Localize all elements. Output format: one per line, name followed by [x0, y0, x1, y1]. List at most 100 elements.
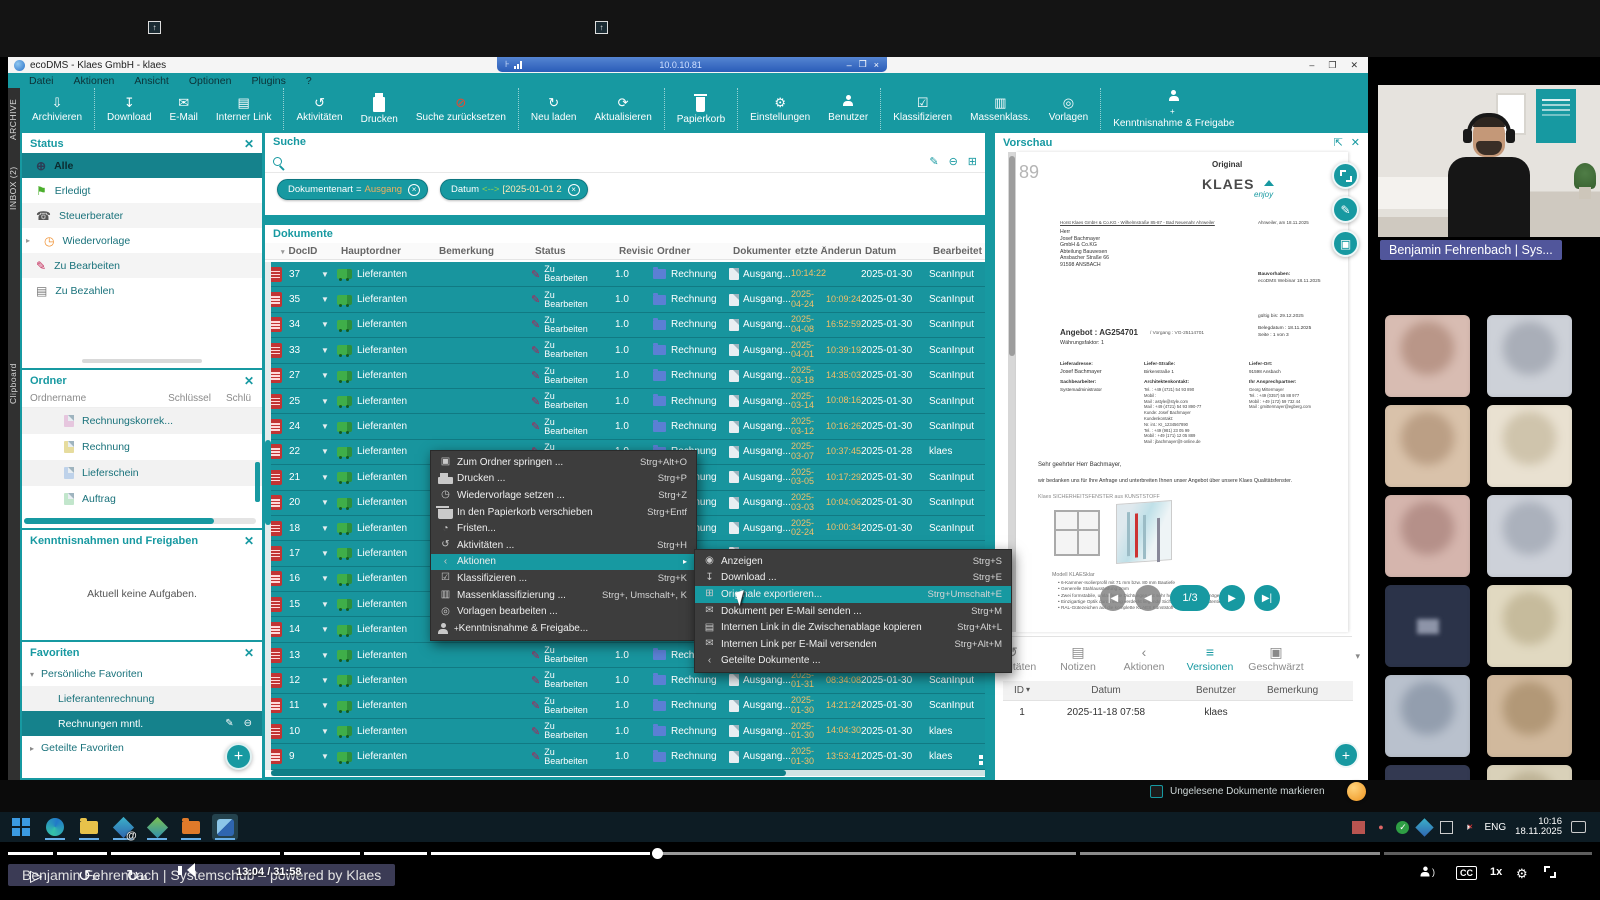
context-menu-klassifizieren[interactable]: ☑Klassifizieren ...Strg+K — [431, 570, 696, 587]
close-icon[interactable]: ✕ — [244, 137, 254, 151]
doc-col-bearbeitet[interactable]: Bearbeitet — [929, 246, 985, 257]
taskbar-clock[interactable]: 10:16 18.11.2025 — [1515, 817, 1562, 838]
table-row-doc-11[interactable]: 11▼Lieferanten✎ZuBearbeiten1.0RechnungAu… — [265, 694, 985, 719]
row-expand-icon[interactable]: ▼ — [313, 371, 337, 380]
table-row-doc-9[interactable]: 9▼Lieferanten✎ZuBearbeiten1.0RechnungAus… — [265, 744, 985, 769]
context-menu-massenklassifizierung[interactable]: ▥Massenklassifizierung ...Strg+, Umschal… — [431, 587, 696, 604]
tray-check-icon[interactable]: ✓ — [1396, 821, 1409, 834]
status-item-wiedervorlage[interactable]: ▸◷Wiedervorlage — [22, 228, 262, 253]
progress-playhead[interactable] — [652, 848, 663, 859]
preview-popout-button[interactable]: ▣ — [1332, 230, 1359, 257]
toolbar-suche-zurücksetzen[interactable]: ⊘Suche zurücksetzen — [407, 88, 515, 130]
settings-button[interactable]: ⚙ — [1516, 866, 1528, 882]
search-grid-icon[interactable]: ⊞ — [968, 155, 977, 168]
tab-notizen[interactable]: ▤Notizen — [1047, 645, 1109, 673]
volume-button[interactable] — [178, 866, 191, 875]
table-row-doc-25[interactable]: 25▼Lieferanten✎ZuBearbeiten1.0RechnungAu… — [265, 389, 985, 414]
edit-pen-icon[interactable]: ✎ — [225, 718, 233, 729]
row-expand-icon[interactable]: ▼ — [313, 625, 337, 634]
preview-expand-button[interactable] — [1332, 162, 1359, 189]
chip-remove-icon[interactable]: × — [408, 184, 420, 196]
submenu-anzeigen[interactable]: ◉AnzeigenStrg+S — [695, 553, 1011, 570]
folder-row-lieferschein[interactable]: Lieferschein — [22, 460, 262, 486]
progress-segment[interactable] — [284, 852, 360, 855]
toolbar-aktivitäten[interactable]: ↺Aktivitäten — [287, 88, 351, 130]
folder-row-auftrag[interactable]: Auftrag — [22, 486, 262, 512]
toolbar-interner-link[interactable]: ▤Interner Link — [207, 88, 281, 130]
toolbar-drucken[interactable]: Drucken — [352, 88, 407, 130]
row-expand-icon[interactable]: ▼ — [313, 600, 337, 609]
context-menu-aktionen[interactable]: ‹Aktionen▸ — [431, 554, 696, 571]
progress-segment[interactable] — [8, 852, 53, 855]
status-item-alle[interactable]: ⊕Alle — [22, 153, 262, 178]
notification-center-icon[interactable] — [1571, 821, 1586, 833]
context-menu-in-den-papierkorb-verschieben[interactable]: In den Papierkorb verschiebenStrg+Entf — [431, 504, 696, 521]
context-menu-wiedervorlage-setzen[interactable]: ◷Wiedervorlage setzen ...Strg+Z — [431, 487, 696, 504]
first-page-button[interactable]: |◀ — [1100, 585, 1126, 611]
versions-col-bemerkung[interactable]: Bemerkung — [1261, 685, 1353, 696]
favorite-item-lieferantenrechnung[interactable]: Lieferantenrechnung — [22, 686, 262, 711]
table-row-doc-34[interactable]: 34▼Lieferanten✎ZuBearbeiten1.0RechnungAu… — [265, 313, 985, 338]
menu-plugins[interactable]: Plugins — [242, 75, 294, 87]
rdp-minimize-button[interactable]: – — [847, 60, 852, 70]
folder-col-ordnername[interactable]: Ordnername — [30, 393, 168, 404]
autoplay-voice-button[interactable]: ) — [1420, 866, 1435, 877]
close-icon[interactable]: ✕ — [244, 646, 254, 660]
toolbar-benutzer[interactable]: Benutzer — [819, 88, 877, 130]
doc-col-datum[interactable]: Datum — [861, 246, 929, 257]
toolbar-vorlagen[interactable]: ◎Vorlagen — [1040, 88, 1097, 130]
tab-geschwärzt[interactable]: ▣Geschwärzt — [1245, 645, 1307, 673]
status-item-erledigt[interactable]: ⚑Erledigt — [22, 178, 262, 203]
chevron-down-icon[interactable]: ▾ — [1355, 651, 1360, 662]
row-expand-icon[interactable]: ▼ — [313, 676, 337, 685]
row-expand-icon[interactable]: ▼ — [313, 320, 337, 329]
taskbar-app1-icon[interactable]: @ — [110, 814, 136, 840]
support-badge-icon[interactable] — [1347, 782, 1366, 801]
toolbar-klassifizieren[interactable]: ☑Klassifizieren — [884, 88, 961, 130]
progress-segment[interactable] — [1384, 852, 1592, 855]
row-expand-icon[interactable]: ▼ — [313, 524, 337, 533]
status-item-zu-bearbeiten[interactable]: ✎Zu Bearbeiten — [22, 253, 262, 278]
doc-col-etzte-änderun[interactable]: etzte Änderun — [791, 246, 861, 257]
taskbar-explorer-icon[interactable] — [76, 814, 102, 840]
taskbar-app2-icon[interactable] — [144, 814, 170, 840]
doc-col-dokumentenar[interactable]: Dokumentenar — [729, 246, 791, 257]
status-scrollbar[interactable] — [82, 359, 202, 363]
toolbar-download[interactable]: ↧Download — [98, 88, 160, 130]
status-item-zu-bezahlen[interactable]: ▤Zu Bezahlen — [22, 278, 262, 303]
collapse-search-icon[interactable]: ⊖ — [949, 155, 958, 168]
close-icon[interactable]: ✕ — [1351, 136, 1360, 149]
remove-icon[interactable]: ⊖ — [244, 718, 252, 729]
progress-segment[interactable] — [661, 852, 1076, 855]
tab-aktionen[interactable]: ‹Aktionen — [1113, 645, 1175, 673]
doc-col-bemerkung[interactable]: Bemerkung — [435, 246, 531, 257]
preview-annotate-button[interactable]: ✎ — [1332, 196, 1359, 223]
toolbar-einstellungen[interactable]: ⚙Einstellungen — [741, 88, 819, 130]
versions-col-benutzer[interactable]: Benutzer — [1171, 685, 1261, 696]
progress-segment[interactable] — [431, 852, 650, 855]
chip-remove-icon[interactable]: × — [568, 184, 580, 196]
versions-col-id[interactable]: ID — [1014, 685, 1024, 696]
menu-optionen[interactable]: Optionen — [180, 75, 241, 87]
row-expand-icon[interactable]: ▼ — [313, 574, 337, 583]
chevron-right-icon[interactable]: ▸ — [26, 236, 36, 245]
folder-row-rechnung[interactable]: Rechnung — [22, 434, 262, 460]
playback-speed-button[interactable]: 1x — [1490, 866, 1502, 878]
progress-segment[interactable] — [111, 852, 280, 855]
captions-button[interactable]: CC — [1456, 866, 1477, 880]
folder-vscrollbar[interactable] — [255, 462, 260, 502]
doc-col-ordner[interactable]: Ordner — [653, 246, 729, 257]
table-row-doc-37[interactable]: 37▼Lieferanten✎ZuBearbeiten1.0RechnungAu… — [265, 262, 985, 287]
filter-chip-dokumentenart[interactable]: Dokumentenart = Ausgang× — [277, 179, 428, 200]
rewind-10-button[interactable]: ↺10 — [78, 866, 99, 886]
taskbar-active-app-icon[interactable] — [212, 814, 238, 840]
row-expand-icon[interactable]: ▼ — [313, 422, 337, 431]
open-external-icon[interactable]: ⇱ — [1334, 136, 1343, 149]
documents-vscrollbar[interactable] — [265, 262, 271, 770]
menu-ansicht[interactable]: Ansicht — [125, 75, 177, 87]
toolbar-massenklass[interactable]: ▥Massenklass. — [961, 88, 1040, 130]
tray-icon-2[interactable]: ● — [1374, 821, 1387, 834]
minimize-button[interactable]: – — [1309, 60, 1314, 71]
tray-display-icon[interactable] — [1440, 821, 1453, 834]
table-row-doc-33[interactable]: 33▼Lieferanten✎ZuBearbeiten1.0RechnungAu… — [265, 338, 985, 363]
